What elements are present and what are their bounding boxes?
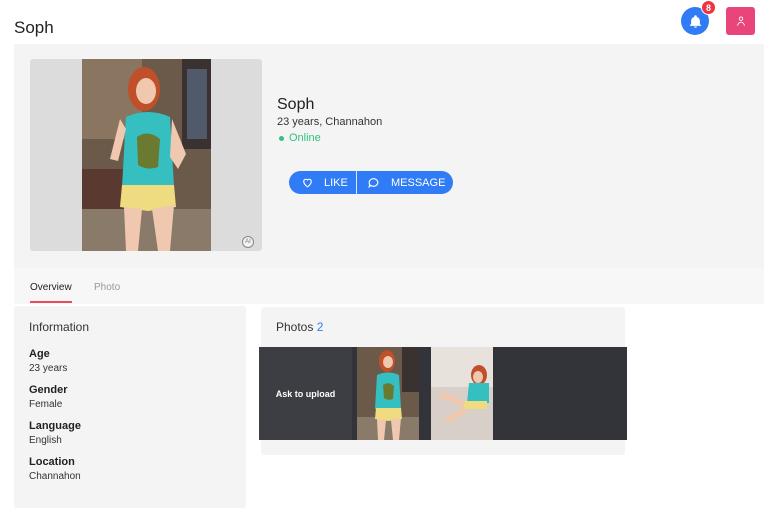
- profile-actions: LIKE MESSAGE: [289, 171, 453, 194]
- ai-badge: AI: [242, 236, 254, 248]
- info-value-gender: Female: [29, 399, 63, 410]
- active-tab-indicator: [30, 301, 72, 303]
- photos-title: Photos 2: [276, 320, 323, 334]
- heart-icon: [303, 178, 312, 188]
- photos-count: 2: [316, 320, 324, 334]
- notification-badge: 8: [701, 0, 716, 15]
- online-dot-icon: [279, 135, 284, 141]
- user-avatar[interactable]: [726, 7, 755, 35]
- info-label-gender: Gender: [29, 384, 68, 396]
- profile-photo[interactable]: [82, 59, 211, 251]
- profile-tabs: Overview Photo: [14, 268, 764, 304]
- profile-age-location: 23 years, Channahon: [277, 116, 383, 128]
- like-button[interactable]: LIKE: [289, 171, 357, 194]
- photos-title-label: Photos: [276, 320, 314, 334]
- message-button[interactable]: MESSAGE: [357, 171, 453, 194]
- message-label: MESSAGE: [391, 176, 446, 189]
- photo-thumbnail[interactable]: [357, 347, 419, 440]
- info-value-location: Channahon: [29, 471, 81, 482]
- information-card: Information Age 23 years Gender Female L…: [14, 306, 246, 508]
- info-label-language: Language: [29, 420, 81, 432]
- profile-name: Soph: [277, 96, 315, 113]
- online-status-label: Online: [289, 132, 321, 144]
- photo-strip: Ask to upload: [259, 347, 627, 440]
- ask-to-upload-button[interactable]: Ask to upload: [259, 347, 352, 440]
- info-label-age: Age: [29, 348, 50, 360]
- profile-photo-frame[interactable]: AI: [30, 59, 262, 251]
- info-value-language: English: [29, 435, 62, 446]
- tab-overview[interactable]: Overview: [30, 282, 72, 293]
- tab-photo[interactable]: Photo: [94, 282, 120, 293]
- bell-icon: [689, 14, 701, 28]
- chat-bubble-icon: [368, 178, 379, 189]
- info-value-age: 23 years: [29, 363, 68, 374]
- information-title: Information: [29, 320, 90, 334]
- page-title: Soph: [14, 18, 54, 37]
- online-status: Online: [279, 132, 321, 144]
- like-label: LIKE: [324, 176, 348, 189]
- info-label-location: Location: [29, 456, 75, 468]
- photo-thumbnail[interactable]: [431, 347, 493, 440]
- user-icon: [736, 16, 745, 26]
- profile-panel: AI Soph 23 years, Channahon Online LIKE …: [14, 44, 764, 268]
